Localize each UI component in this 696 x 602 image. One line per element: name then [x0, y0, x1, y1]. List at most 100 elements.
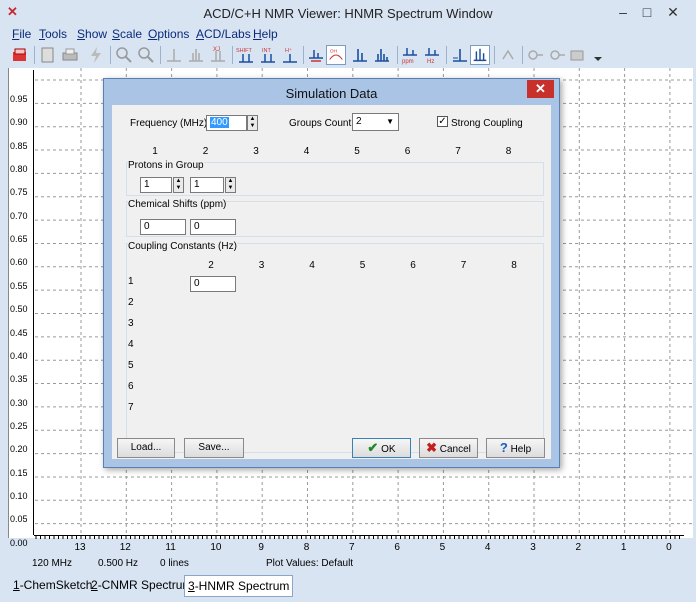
coupling-row-header: 4	[128, 339, 134, 350]
menu-item-scale[interactable]: Scale	[112, 27, 142, 41]
document-tab-bar: 1-ChemSketch 2-CNMR Spectrum 3-HNMR Spectr…	[0, 572, 696, 602]
x-tick-label: 1	[620, 542, 627, 553]
structure-link-icon[interactable]	[526, 45, 546, 65]
save-label: Save...	[198, 442, 230, 453]
tab-accelerator: 1	[13, 578, 20, 592]
zoom-out-icon[interactable]	[136, 45, 156, 65]
page-icon[interactable]	[38, 45, 58, 65]
menu-item-acdlabs[interactable]: ACD/Labs	[196, 27, 251, 41]
y-tick-label: 0.30	[10, 397, 28, 408]
protons-label: Protons in Group	[128, 160, 204, 171]
baseline-icon[interactable]	[450, 45, 470, 65]
group-column-header: 5	[354, 146, 360, 157]
menu-label: elp	[261, 27, 278, 41]
strong-coupling-checkbox[interactable]: ✓	[437, 116, 448, 127]
y-tick-label: 0.65	[10, 234, 28, 245]
shift-input-1[interactable]: 0	[140, 219, 186, 235]
tab-hnmr-spectrum[interactable]: 3-HNMR Spectrum	[184, 575, 294, 597]
x-tick-label: 0	[666, 542, 672, 553]
group-column-header: 1	[152, 146, 158, 157]
coupling-row-header: 7	[128, 402, 134, 413]
export-icon[interactable]	[568, 45, 588, 65]
menu-item-options[interactable]: Options	[148, 27, 189, 41]
open-icon[interactable]	[10, 45, 30, 65]
dialog-close-button[interactable]: ✕	[527, 80, 554, 98]
tab-label: -HNMR Spectrum	[194, 579, 290, 593]
print-icon[interactable]	[60, 45, 80, 65]
spin-down-icon[interactable]: ▼	[175, 185, 182, 192]
toolbar-overflow-icon[interactable]	[588, 45, 608, 65]
y-tick-label: 0.60	[10, 257, 28, 268]
x-tick-label: 4	[484, 542, 491, 553]
toolbar-separator	[34, 46, 35, 64]
coupling-row-header: 3	[128, 318, 134, 329]
molecule-icon[interactable]	[498, 45, 518, 65]
group-column-header: 4	[303, 146, 310, 157]
coupling-column-header: 4	[309, 260, 315, 271]
integral-label-icon[interactable]: INT	[258, 45, 278, 65]
y-tick-label: 0.05	[10, 514, 28, 525]
svg-text:SHIFT: SHIFT	[236, 48, 253, 54]
coupling-row-header: 2	[128, 297, 134, 308]
groups-count-label: Groups Count :	[289, 118, 357, 129]
maximize-button[interactable]: □	[636, 3, 658, 21]
nh-label-icon[interactable]: H⁺	[280, 45, 300, 65]
svg-text:H⁺: H⁺	[285, 47, 292, 54]
menu-item-show[interactable]: Show	[77, 27, 107, 41]
toolbar-separator	[160, 46, 161, 64]
menu-item-tools[interactable]: Tools	[39, 27, 67, 41]
frequency-spinner[interactable]: ▲ ▼	[247, 115, 258, 131]
protons-input-1[interactable]: 1	[140, 177, 172, 193]
spectrum-2-icon[interactable]	[372, 45, 392, 65]
load-button[interactable]: Load...	[117, 438, 175, 458]
menu-accelerator: A	[196, 27, 205, 41]
peak-icon[interactable]	[164, 45, 184, 65]
multiplet-icon[interactable]	[186, 45, 206, 65]
tab-chemsketch[interactable]: 1-ChemSketch	[10, 575, 95, 595]
cancel-button[interactable]: ✖ Cancel	[419, 438, 478, 458]
spin-up-icon[interactable]: ▲	[249, 116, 256, 123]
shift-input-2[interactable]: 0	[190, 219, 236, 235]
close-button[interactable]: ✕	[662, 3, 684, 21]
group-column-header: 6	[404, 146, 411, 157]
oh-nh-icon[interactable]: OH	[326, 45, 346, 65]
minimize-button[interactable]: –	[612, 3, 634, 21]
frequency-input[interactable]: 400	[206, 115, 247, 131]
tab-accelerator: 2	[91, 578, 98, 592]
title-bar: ✕ ACD/C+H NMR Viewer: HNMR Spectrum Wind…	[0, 0, 696, 26]
y-tick-label: 0.95	[10, 94, 28, 104]
hz-scale-icon[interactable]: Hz	[422, 45, 442, 65]
spin-up-icon[interactable]: ▲	[227, 178, 234, 185]
y-tick-label: 0.15	[10, 467, 28, 478]
exchange-icon[interactable]	[306, 45, 326, 65]
help-button[interactable]: ? Help	[486, 438, 545, 458]
save-button[interactable]: Save...	[184, 438, 244, 458]
peaks-view-icon[interactable]	[470, 45, 490, 65]
structure-assign-icon[interactable]	[548, 45, 568, 65]
spectrum-1-icon[interactable]	[350, 45, 370, 65]
coupling-input-1-2[interactable]: 0	[190, 276, 236, 292]
y-tick-label: 0.40	[10, 350, 28, 361]
groups-count-value: 2	[356, 116, 362, 127]
protons-spinner-2[interactable]: ▲ ▼	[225, 177, 236, 193]
coupling-column-header: 3	[258, 260, 265, 271]
zoom-in-icon[interactable]	[114, 45, 134, 65]
shift-label-icon[interactable]: SHIFT	[236, 45, 256, 65]
ok-button[interactable]: ✔ OK	[352, 438, 411, 458]
coupling-column-header: 7	[460, 260, 467, 271]
tab-cnmr-spectrum[interactable]: 2-CNMR Spectrum	[88, 575, 195, 595]
spin-down-icon[interactable]: ▼	[227, 185, 234, 192]
coupling-icon[interactable]: XJ	[208, 45, 228, 65]
coupling-row-header: 5	[128, 360, 134, 371]
protons-input-2[interactable]: 1	[190, 177, 224, 193]
menu-item-help[interactable]: Help	[253, 27, 278, 41]
menu-item-file[interactable]: File	[12, 27, 31, 41]
menu-label: CD/Labs	[204, 27, 251, 41]
protons-spinner-1[interactable]: ▲ ▼	[173, 177, 184, 193]
ppm-scale-icon[interactable]: ppm	[400, 45, 420, 65]
spin-up-icon[interactable]: ▲	[175, 178, 182, 185]
groups-count-select[interactable]: 2 ▼	[352, 113, 399, 131]
lightning-icon[interactable]	[86, 45, 106, 65]
y-tick-label: 0.45	[10, 327, 28, 338]
spin-down-icon[interactable]: ▼	[249, 123, 256, 130]
